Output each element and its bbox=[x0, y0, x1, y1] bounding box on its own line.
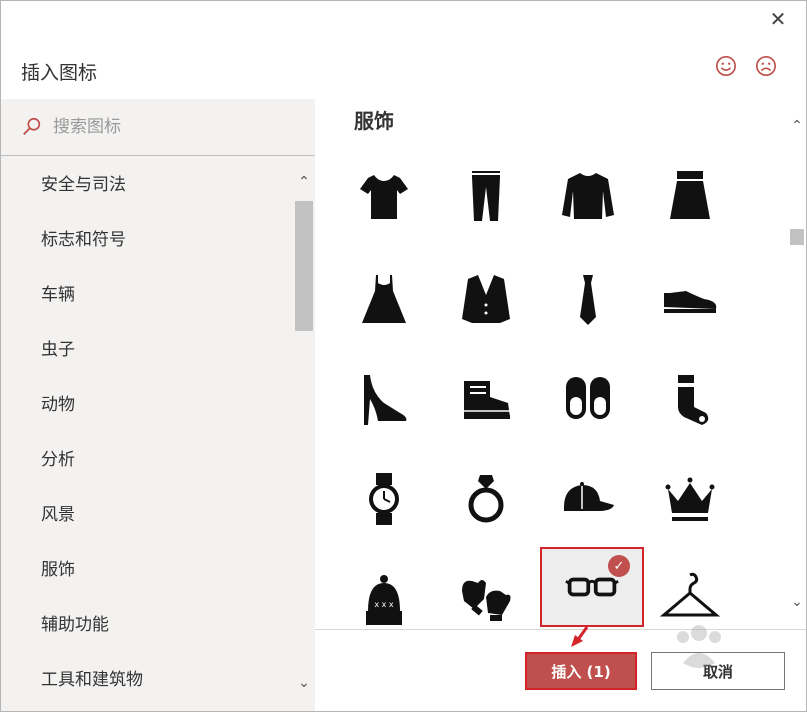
sweater-icon[interactable] bbox=[544, 151, 632, 239]
svg-text:x x x: x x x bbox=[374, 600, 394, 609]
watch-icon[interactable] bbox=[340, 455, 428, 543]
search-icon bbox=[23, 117, 41, 135]
crown-icon[interactable] bbox=[646, 455, 734, 543]
scroll-up-icon[interactable]: ⌃ bbox=[297, 175, 311, 189]
insert-icons-dialog: ✕ 插入图标 安全与司法 标志和符号 车辆 虫子 动物 分析 风景 服饰 bbox=[0, 0, 807, 712]
boot-icon[interactable] bbox=[442, 355, 530, 443]
scroll-down-icon[interactable]: ⌄ bbox=[297, 676, 311, 690]
pants-icon[interactable] bbox=[442, 151, 530, 239]
category-item[interactable]: 工具和建筑物 bbox=[1, 653, 295, 708]
close-icon[interactable]: ✕ bbox=[766, 7, 790, 31]
dress-shoe-icon[interactable] bbox=[646, 255, 734, 343]
tie-icon[interactable] bbox=[544, 255, 632, 343]
icon-search-bar bbox=[1, 99, 315, 156]
check-icon: ✓ bbox=[608, 555, 630, 577]
category-sidebar: 安全与司法 标志和符号 车辆 虫子 动物 分析 风景 服饰 辅助功能 工具和建筑… bbox=[1, 99, 315, 711]
dialog-title: 插入图标 bbox=[21, 62, 98, 84]
category-item[interactable]: 辅助功能 bbox=[1, 598, 295, 653]
annotation-arrow-icon bbox=[571, 626, 589, 647]
section-title: 服饰 bbox=[354, 109, 394, 133]
category-item[interactable]: 风景 bbox=[1, 488, 295, 543]
skirt-icon[interactable] bbox=[646, 151, 734, 239]
baidu-watermark-icon bbox=[677, 625, 721, 668]
category-item[interactable]: 虫子 bbox=[1, 323, 295, 378]
high-heel-icon[interactable] bbox=[340, 355, 428, 443]
gallery-scrollbar[interactable]: ⌃ ⌄ bbox=[790, 101, 806, 629]
scroll-down-icon[interactable]: ⌄ bbox=[790, 595, 804, 609]
category-item[interactable]: 服饰 bbox=[1, 543, 295, 598]
smile-icon[interactable] bbox=[715, 55, 737, 77]
scrollbar-thumb[interactable] bbox=[790, 229, 804, 245]
cap-icon[interactable] bbox=[544, 455, 632, 543]
category-item[interactable]: 动物 bbox=[1, 378, 295, 433]
category-item[interactable]: 车辆 bbox=[1, 268, 295, 323]
slippers-icon[interactable] bbox=[544, 355, 632, 443]
category-item[interactable]: 标志和符号 bbox=[1, 213, 295, 268]
ring-icon[interactable] bbox=[442, 455, 530, 543]
scrollbar-thumb[interactable] bbox=[295, 201, 313, 331]
sock-icon[interactable] bbox=[646, 355, 734, 443]
icon-gallery: 服饰 x x x ✓ bbox=[315, 99, 806, 629]
scroll-up-icon[interactable]: ⌃ bbox=[790, 119, 804, 133]
t-shirt-icon[interactable] bbox=[340, 151, 428, 239]
search-input[interactable] bbox=[51, 116, 285, 138]
category-item[interactable]: 分析 bbox=[1, 433, 295, 488]
frown-icon[interactable] bbox=[755, 55, 777, 77]
category-list: 安全与司法 标志和符号 车辆 虫子 动物 分析 风景 服饰 辅助功能 工具和建筑… bbox=[1, 157, 295, 708]
category-item[interactable]: 安全与司法 bbox=[1, 157, 295, 213]
dress-icon[interactable] bbox=[340, 255, 428, 343]
sidebar-scrollbar[interactable]: ⌃ ⌄ bbox=[295, 169, 315, 711]
suit-jacket-icon[interactable] bbox=[442, 255, 530, 343]
